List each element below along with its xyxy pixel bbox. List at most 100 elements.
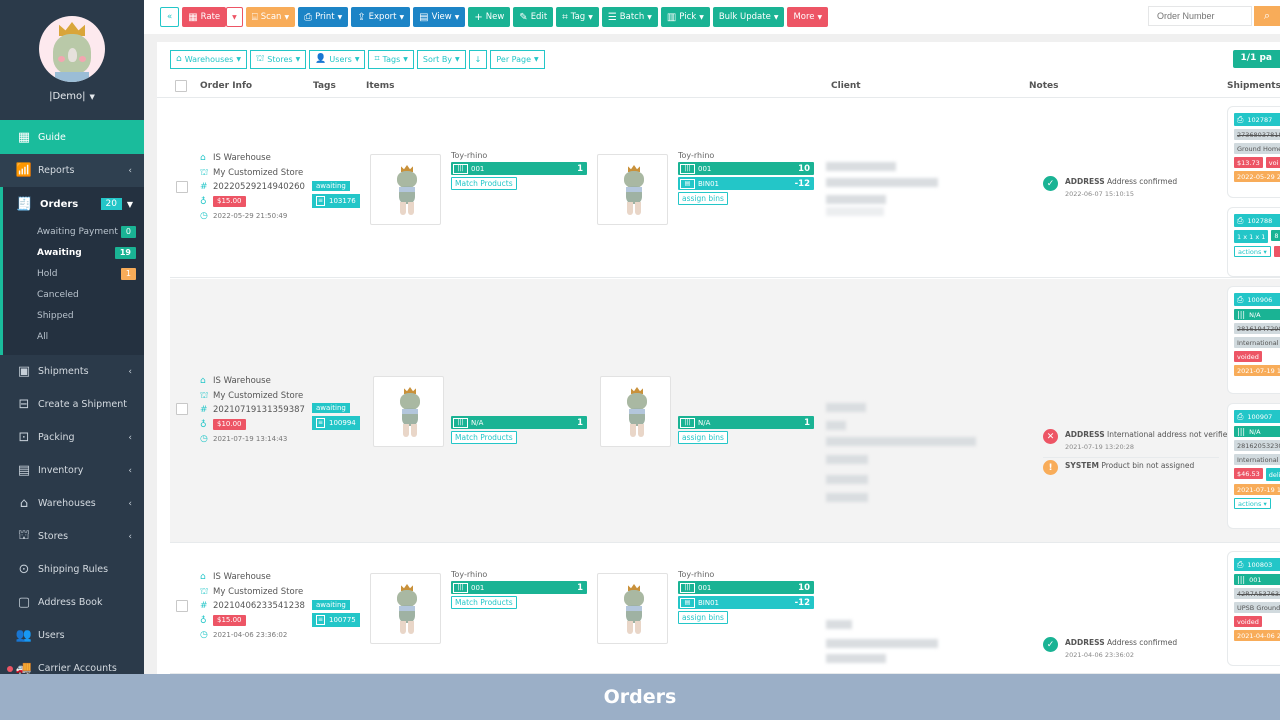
shipment-id[interactable]: ⎙ 100906 [1234,293,1280,306]
assign-bins-button[interactable]: assign bins [678,192,728,205]
order-row[interactable]: ⌂ IS Warehouse ⛫ My Customized Store #2022… [170,99,1280,278]
sidebar-item-packing[interactable]: ⊡ Packing ‹ [0,421,144,454]
order-number[interactable]: 20210719131359387 [213,403,305,418]
sidebar-item-users[interactable]: 👥 Users [0,619,144,652]
sidebar-sub-shipped[interactable]: Shipped [3,305,144,326]
row-checkbox[interactable] [176,403,188,415]
sidebar-item-shipping-rules[interactable]: ⊙ Shipping Rules [0,553,144,586]
actions-dropdown[interactable]: actions ▾ [1234,498,1271,509]
sort-direction-button[interactable]: ↓ [468,49,488,69]
row-checkbox[interactable] [176,181,188,193]
match-products-button[interactable]: Match Products [451,177,517,190]
sidebar-sub-awaiting[interactable]: Awaiting 19 [3,242,144,263]
per-page-dropdown[interactable]: Per Page ▼ [490,49,545,69]
select-all-checkbox[interactable] [175,80,187,92]
status-tag[interactable]: awaiting [312,403,350,413]
open-box-icon: ⊡ [18,430,30,445]
shipment-card[interactable]: ⎙ 100906 ||| N/A 28161947290 International… [1227,286,1280,394]
tag-id-badge[interactable]: ≡ 100994 [312,416,360,430]
warehouses-filter[interactable]: ⌂ Warehouses ▼ [170,49,247,69]
sidebar-item-carrier-accounts[interactable]: 🚚 Carrier Accounts [0,652,144,674]
sku-bar: ||| 001 10 [678,581,814,594]
shipment-id[interactable]: ⎙ 102788 [1234,214,1280,227]
pick-button[interactable]: ▥ Pick ▼ [660,7,710,27]
sidebar-sub-all[interactable]: All [3,326,144,347]
shipment-id[interactable]: ⎙ 100803 [1234,558,1280,571]
new-button[interactable]: + New [468,7,511,27]
warehouse-icon: ⌂ [200,376,206,386]
view-button[interactable]: ▤ View ▼ [413,7,466,27]
scan-button[interactable]: ⌸ Scan ▼ [245,7,296,27]
tracking-number[interactable]: 28161947290 [1234,323,1280,334]
shipment-card[interactable]: ⎙ 100907 ||| N/A 28162053230 International… [1227,403,1280,529]
shipment-card[interactable]: ⎙ 102787 27368037818 Ground Home $13.73 vo… [1227,106,1280,198]
product-image[interactable] [370,154,441,225]
sidebar-item-orders[interactable]: 🧾 Orders 20 ▼ [3,187,144,221]
tracking-number[interactable]: 42R7A537633 [1234,588,1280,599]
export-button[interactable]: ⇪ Export ▼ [351,7,411,27]
search-button[interactable]: ⌕ [1254,6,1280,26]
tag-id-badge[interactable]: ≡ 103176 [312,194,360,208]
barcode-icon: ||| [453,163,468,174]
tag-button[interactable]: ⌗ Tag ▼ [556,7,599,27]
match-products-button[interactable]: Match Products [451,431,517,444]
sidebar-sub-canceled[interactable]: Canceled [3,284,144,305]
sidebar-item-guide[interactable]: ▦ Guide [0,120,144,154]
rate-dropdown-button[interactable]: ▼ [226,7,243,27]
sidebar-item-stores[interactable]: ⛫ Stores ‹ [0,520,144,553]
tracking-number[interactable]: 28162053230 [1234,440,1280,451]
sku: 001 [698,583,712,592]
note-text: Address confirmed [1107,638,1178,647]
order-number[interactable]: 20220529214940260 [213,180,305,195]
actions-dropdown[interactable]: actions ▾ [1234,246,1271,257]
shipment-id[interactable]: ⎙ 100907 [1234,410,1280,423]
print-button[interactable]: ⎙ Print ▼ [298,7,349,27]
shipment-card[interactable]: ⎙ 100803 ||| 001 42R7A537633 UPSB Ground v… [1227,551,1280,666]
user-menu[interactable]: |Demo| ▼ [49,91,95,102]
bulk-update-button[interactable]: Bulk Update ▼ [712,7,785,27]
avatar[interactable] [39,16,105,82]
username: |Demo| [49,91,86,102]
order-row[interactable]: ⌂ IS Warehouse ⛫ My Customized Store #2021… [170,544,1280,674]
product-image[interactable] [370,573,441,644]
assign-bins-button[interactable]: assign bins [678,611,728,624]
shipment-id[interactable]: ⎙ 102787 [1234,113,1280,126]
more-button[interactable]: More ▼ [787,7,829,27]
product-image[interactable] [373,376,444,447]
stores-filter[interactable]: ⛫ Stores ▼ [249,49,307,69]
assign-bins-button[interactable]: assign bins [678,431,728,444]
match-products-button[interactable]: Match Products [451,596,517,609]
button-label: Edit [530,12,548,22]
tracking-number[interactable]: 27368037818 [1234,129,1280,140]
tag-id-badge[interactable]: ≡ 100775 [312,613,360,627]
row-checkbox[interactable] [176,600,188,612]
edit-button[interactable]: ✎ Edit [513,7,554,27]
product-image[interactable] [597,573,668,644]
product-image[interactable] [600,376,671,447]
table-header: Order Info Tags Items Client Notes Shipm… [157,76,1280,98]
users-filter[interactable]: 👤 Users ▼ [309,49,366,69]
shipment-card[interactable]: ⎙ 102788 1 x 1 x 18 actions ▾ [1227,207,1280,277]
batch-button[interactable]: ☰ Batch ▼ [601,7,658,27]
sidebar-sub-hold[interactable]: Hold 1 [3,263,144,284]
sidebar-item-reports[interactable]: 📶 Reports ‹ [0,154,144,187]
sort-by-dropdown[interactable]: Sort By ▼ [416,49,466,69]
nav-label: Users [38,630,65,641]
order-row[interactable]: ⌂ IS Warehouse ⛫ My Customized Store #2021… [170,279,1280,543]
order-number-search-input[interactable] [1148,6,1252,26]
pagination-indicator[interactable]: 1/1 pa [1232,50,1280,68]
sidebar-item-warehouses[interactable]: ⌂ Warehouses ‹ [0,487,144,520]
sidebar-item-shipments[interactable]: ▣ Shipments ‹ [0,355,144,388]
collapse-sidebar-button[interactable]: « [160,7,180,27]
status-tag[interactable]: awaiting [312,181,350,191]
tags-filter[interactable]: ⌗ Tags ▼ [368,49,414,69]
rate-button[interactable]: ▦ Rate [182,7,227,27]
sidebar-item-inventory[interactable]: ▤ Inventory ‹ [0,454,144,487]
bin: BIN01 [698,179,720,188]
order-number[interactable]: 20210406233541238 [213,599,305,614]
status-tag[interactable]: awaiting [312,600,350,610]
sidebar-item-create-shipment[interactable]: ⊟ Create a Shipment [0,388,144,421]
sidebar-item-address-book[interactable]: ▢ Address Book [0,586,144,619]
product-image[interactable] [597,154,668,225]
sidebar-sub-awaiting-payment[interactable]: Awaiting Payment 0 [3,221,144,242]
